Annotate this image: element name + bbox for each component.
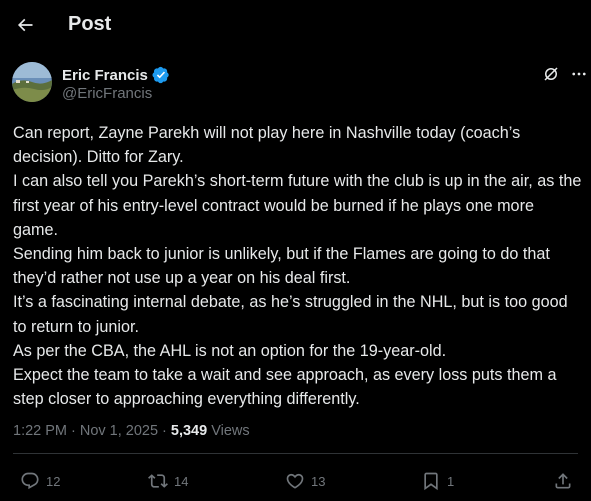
heart-icon	[286, 473, 304, 489]
repost-count: 14	[174, 473, 189, 489]
action-bar: 12 14 13 1	[0, 466, 591, 496]
bookmark-button[interactable]: 1	[421, 466, 454, 496]
views-label: Views	[211, 423, 250, 439]
tweet-paragraph: Expect the team to take a wait and see a…	[13, 366, 557, 409]
back-button[interactable]	[12, 12, 38, 38]
reply-count: 12	[46, 473, 61, 489]
bookmark-icon	[424, 472, 438, 491]
arrow-left-icon	[17, 18, 33, 32]
share-icon	[555, 473, 571, 489]
tweet-meta: 1:22 PM · Nov 1, 2025 · 5,349 Views	[13, 423, 250, 439]
meta-separator: ·	[71, 423, 76, 439]
divider	[13, 453, 578, 454]
repost-icon	[148, 474, 168, 488]
tweet-time[interactable]: 1:22 PM	[13, 423, 67, 439]
post-header: Post	[0, 0, 591, 50]
tweet-paragraph: I can also tell you Parekh’s short-term …	[13, 172, 582, 239]
grok-button[interactable]	[541, 64, 561, 84]
name-row: Eric Francis	[62, 66, 170, 84]
page-title: Post	[68, 13, 112, 35]
reply-button[interactable]: 12	[20, 466, 60, 496]
author-handle[interactable]: @EricFrancis	[62, 85, 152, 102]
tweet-text: Can report, Zayne Parekh will not play h…	[13, 121, 583, 411]
like-button[interactable]: 13	[285, 466, 325, 496]
more-horizontal-icon	[572, 72, 586, 76]
author-name[interactable]: Eric Francis	[62, 67, 148, 84]
views-count: 5,349	[170, 423, 208, 439]
meta-separator: ·	[162, 423, 167, 439]
grok-icon	[544, 67, 558, 81]
author-row: Eric Francis @EricFrancis	[12, 62, 586, 104]
repost-button[interactable]: 14	[148, 466, 188, 496]
tweet-paragraph: Sending him back to junior is unlikely, …	[13, 245, 550, 288]
share-button[interactable]	[553, 466, 573, 496]
tweet-paragraph: It’s a fascinating internal debate, as h…	[13, 293, 568, 336]
avatar[interactable]	[12, 62, 52, 102]
reply-icon	[21, 472, 39, 490]
tweet-paragraph: As per the CBA, the AHL is not an option…	[13, 341, 447, 360]
verified-badge-icon	[152, 66, 169, 84]
tweet-paragraph: Can report, Zayne Parekh will not play h…	[13, 124, 521, 167]
bookmark-count: 1	[447, 473, 455, 489]
more-options-button[interactable]	[569, 64, 589, 84]
like-count: 13	[311, 473, 326, 489]
tweet-date[interactable]: Nov 1, 2025	[80, 423, 158, 439]
